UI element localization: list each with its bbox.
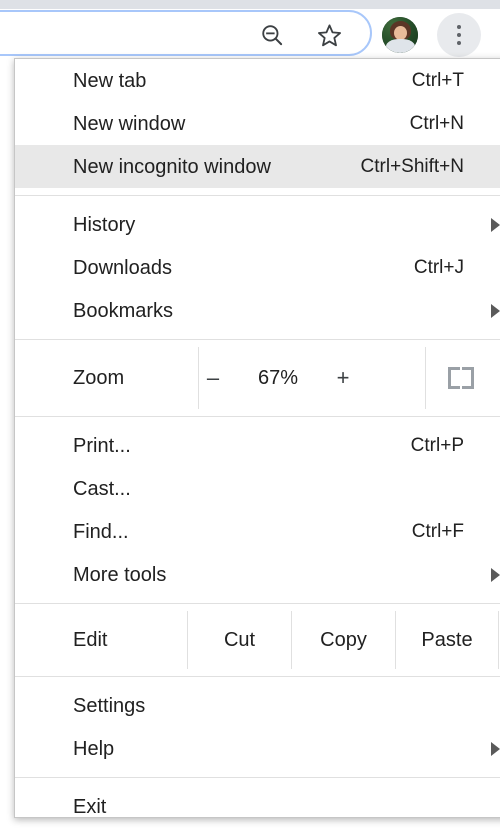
menu-item-new-incognito-window[interactable]: New incognito window Ctrl+Shift+N	[15, 145, 500, 188]
menu-group-settings: Settings Help	[15, 684, 500, 770]
zoom-in-button[interactable]: +	[334, 365, 352, 391]
fullscreen-corner-tr	[462, 367, 474, 378]
menu-group-exit: Exit	[15, 785, 500, 828]
menu-item-history[interactable]: History	[15, 203, 500, 246]
menu-item-new-tab[interactable]: New tab Ctrl+T	[15, 59, 500, 102]
zoom-out-icon[interactable]	[255, 18, 289, 52]
zoom-controls: – 67% +	[198, 347, 426, 409]
edit-label: Edit	[73, 628, 108, 651]
menu-item-label: Find...	[73, 520, 129, 543]
menu-item-exit[interactable]: Exit	[15, 785, 500, 828]
menu-item-shortcut: Ctrl+N	[409, 113, 464, 134]
avatar-face	[394, 26, 407, 40]
menu-item-label: Cast...	[73, 477, 131, 500]
copy-button[interactable]: Copy	[291, 611, 395, 669]
menu-item-print[interactable]: Print... Ctrl+P	[15, 424, 500, 467]
menu-group-browse: History Downloads Ctrl+J Bookmarks	[15, 203, 500, 332]
menu-item-new-window[interactable]: New window Ctrl+N	[15, 102, 500, 145]
fullscreen-corner-br	[462, 378, 474, 389]
menu-item-shortcut: Ctrl+J	[413, 257, 464, 278]
edit-control-row: Edit Cut Copy Paste	[15, 611, 500, 669]
menu-dot	[457, 41, 461, 45]
chevron-right-icon	[491, 217, 500, 232]
zoom-control-row: Zoom – 67% +	[15, 347, 500, 409]
menu-item-help[interactable]: Help	[15, 727, 500, 770]
menu-dot	[457, 25, 461, 29]
bookmark-star-icon[interactable]	[312, 18, 346, 52]
chevron-right-icon	[491, 303, 500, 318]
menu-item-label: Print...	[73, 434, 131, 457]
menu-group-new: New tab Ctrl+T New window Ctrl+N New inc…	[15, 59, 500, 188]
menu-item-label: More tools	[73, 563, 167, 586]
menu-item-cast[interactable]: Cast...	[15, 467, 500, 510]
menu-separator	[15, 676, 500, 677]
zoom-label: Zoom	[73, 366, 125, 389]
menu-item-label: New incognito window	[73, 155, 271, 178]
menu-item-shortcut: Ctrl+P	[410, 435, 464, 456]
menu-item-find[interactable]: Find... Ctrl+F	[15, 510, 500, 553]
menu-separator	[15, 777, 500, 778]
menu-separator	[15, 339, 500, 340]
menu-item-label: Settings	[73, 694, 146, 717]
chevron-right-icon	[491, 567, 500, 582]
menu-item-more-tools[interactable]: More tools	[15, 553, 500, 596]
menu-item-label: Bookmarks	[73, 299, 174, 322]
menu-item-label: New tab	[73, 69, 147, 92]
menu-item-label: New window	[73, 112, 186, 135]
menu-dot	[457, 33, 461, 37]
fullscreen-corner-tl	[448, 367, 460, 378]
menu-item-label: Exit	[73, 795, 107, 818]
chrome-main-menu: New tab Ctrl+T New window Ctrl+N New inc…	[14, 58, 500, 818]
menu-item-shortcut: Ctrl+F	[411, 521, 464, 542]
menu-item-shortcut: Ctrl+Shift+N	[360, 156, 464, 177]
menu-item-settings[interactable]: Settings	[15, 684, 500, 727]
zoom-out-button[interactable]: –	[204, 365, 222, 391]
menu-item-shortcut: Ctrl+T	[411, 70, 464, 91]
fullscreen-corner-bl	[448, 378, 460, 389]
avatar[interactable]	[382, 17, 418, 53]
menu-item-downloads[interactable]: Downloads Ctrl+J	[15, 246, 500, 289]
menu-group-page: Print... Ctrl+P Cast... Find... Ctrl+F M…	[15, 424, 500, 596]
menu-item-bookmarks[interactable]: Bookmarks	[15, 289, 500, 332]
toolbar-top-shade	[0, 0, 500, 9]
menu-item-label: Help	[73, 737, 115, 760]
fullscreen-button[interactable]	[426, 347, 500, 409]
fullscreen-icon	[448, 367, 474, 389]
cut-button[interactable]: Cut	[187, 611, 291, 669]
menu-item-label: History	[73, 213, 136, 236]
paste-button[interactable]: Paste	[395, 611, 499, 669]
chevron-right-icon	[491, 741, 500, 756]
zoom-level-value: 67%	[257, 366, 299, 389]
menu-separator	[15, 195, 500, 196]
menu-separator	[15, 416, 500, 417]
menu-separator	[15, 603, 500, 604]
avatar-body	[386, 39, 415, 53]
three-dot-menu-icon[interactable]	[437, 13, 481, 57]
menu-item-label: Downloads	[73, 256, 172, 279]
